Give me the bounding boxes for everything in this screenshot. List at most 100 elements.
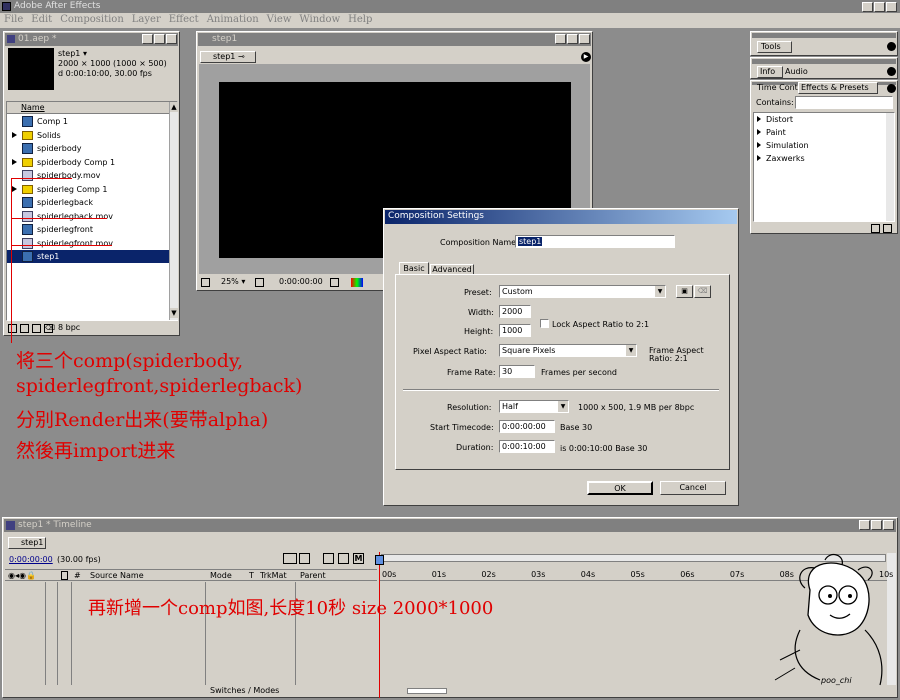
menu-effect[interactable]: Effect — [165, 13, 203, 27]
project-maximize-icon[interactable]: □ — [154, 34, 165, 44]
ok-button[interactable]: OK — [587, 481, 653, 495]
project-item[interactable]: step1 — [7, 250, 172, 263]
project-item[interactable]: spiderleg Comp 1 — [7, 183, 172, 196]
comp-tab[interactable]: step1 ⊸ — [200, 51, 256, 63]
effects-presets-tab[interactable]: Effects & Presets — [798, 82, 878, 94]
effects-category-item[interactable]: Zaxwerks — [754, 152, 894, 165]
info-tab[interactable]: Info — [757, 66, 783, 78]
resolution-dropdown[interactable]: Half ▼ — [499, 400, 569, 413]
timeline-tab[interactable]: step1 — [8, 537, 46, 549]
comp-close-icon[interactable]: × — [579, 34, 590, 44]
menu-layer[interactable]: Layer — [128, 13, 165, 27]
effects-trash-icon[interactable] — [883, 224, 892, 233]
minimize-icon[interactable]: _ — [862, 2, 873, 12]
comp-maximize-icon[interactable]: □ — [567, 34, 578, 44]
comp-menu-arrow-icon[interactable]: ▶ — [581, 52, 591, 62]
expand-arrow-icon[interactable] — [12, 185, 17, 192]
frame-blend-icon[interactable] — [338, 553, 349, 564]
project-comp-name[interactable]: step1 ▾ — [58, 49, 87, 58]
menu-edit[interactable]: Edit — [27, 13, 56, 27]
project-item[interactable]: spiderbody.mov — [7, 169, 172, 182]
cancel-button[interactable]: Cancel — [660, 481, 726, 495]
timeline-minimize-icon[interactable]: _ — [859, 520, 870, 530]
trkmat-header[interactable]: TrkMat — [260, 571, 287, 580]
maximize-icon[interactable]: □ — [874, 2, 885, 12]
audio-tab[interactable]: Audio — [785, 67, 811, 78]
close-icon[interactable]: × — [886, 2, 897, 12]
menu-animation[interactable]: Animation — [203, 13, 263, 27]
menu-window[interactable]: Window — [295, 13, 344, 27]
parent-header[interactable]: Parent — [300, 571, 326, 580]
snapshot-icon[interactable] — [330, 278, 339, 287]
comp-name-input[interactable]: step1 — [515, 235, 675, 248]
effects-category-item[interactable]: Paint — [754, 126, 894, 139]
new-comp-icon[interactable] — [32, 324, 41, 333]
safe-zones-icon[interactable] — [255, 278, 264, 287]
time-control-tab[interactable]: Time Contr — [755, 83, 799, 94]
t-header[interactable]: T — [249, 571, 254, 580]
save-preset-icon[interactable]: ▣ — [676, 285, 693, 298]
effects-scrollbar[interactable] — [886, 113, 894, 221]
project-item[interactable]: spiderbody — [7, 142, 172, 155]
project-scrollbar[interactable]: ▲ ▼ — [169, 102, 178, 320]
duration-input[interactable]: 0:00:10:00 — [499, 440, 555, 453]
bpc-label[interactable]: 8 bpc — [58, 323, 80, 332]
timeline-maximize-icon[interactable]: □ — [871, 520, 882, 530]
project-item[interactable]: spiderlegfront — [7, 223, 172, 236]
project-item[interactable]: Solids — [7, 129, 172, 142]
mode-header[interactable]: Mode — [210, 571, 232, 580]
menu-file[interactable]: File — [0, 13, 27, 27]
info-menu-icon[interactable] — [887, 67, 896, 76]
effects-category-item[interactable]: Simulation — [754, 139, 894, 152]
contains-input[interactable] — [795, 96, 893, 109]
menu-view[interactable]: View — [263, 13, 296, 27]
lock-aspect-checkbox[interactable] — [540, 319, 549, 328]
tools-menu-icon[interactable] — [887, 42, 896, 51]
project-item[interactable]: spiderlegback — [7, 196, 172, 209]
comp-footer-icon[interactable] — [201, 278, 210, 287]
par-dropdown[interactable]: Square Pixels ▼ — [499, 344, 637, 357]
project-item[interactable]: Comp 1 — [7, 115, 172, 128]
effects-category-item[interactable]: Distort — [754, 113, 894, 126]
motion-blur-icon[interactable]: M — [353, 553, 364, 564]
expand-arrow-icon[interactable] — [12, 131, 17, 138]
menu-help[interactable]: Help — [344, 13, 376, 27]
zoom-dropdown[interactable]: 25% ▾ — [221, 277, 245, 286]
height-input[interactable]: 1000 — [499, 324, 531, 337]
menu-composition[interactable]: Composition — [56, 13, 128, 27]
current-time-marker-icon[interactable] — [375, 555, 384, 565]
start-timecode-input[interactable]: 0:00:00:00 — [499, 420, 555, 433]
timeline-time[interactable]: 0:00:00:00 — [9, 555, 53, 564]
zoom-slider[interactable] — [407, 688, 447, 694]
switches-modes-toggle[interactable]: Switches / Modes — [210, 686, 279, 695]
project-close-icon[interactable]: × — [166, 34, 177, 44]
source-name-header[interactable]: Source Name — [90, 571, 144, 580]
preset-dropdown[interactable]: Custom ▼ — [499, 285, 666, 298]
project-list-header[interactable]: Name — [7, 102, 169, 114]
tools-tab[interactable]: Tools — [757, 41, 792, 53]
width-input[interactable]: 2000 — [499, 305, 531, 318]
trash-icon[interactable]: ⌫ — [44, 324, 55, 333]
fps-input[interactable]: 30 — [499, 365, 535, 378]
project-item[interactable]: spiderbody Comp 1 — [7, 156, 172, 169]
project-item[interactable]: spiderlegfront.mov — [7, 237, 172, 250]
expand-arrow-icon[interactable] — [12, 158, 17, 165]
project-minimize-icon[interactable]: _ — [142, 34, 153, 44]
timeline-close-icon[interactable]: × — [883, 520, 894, 530]
column-name-header[interactable]: Name — [21, 103, 45, 112]
effects-new-icon[interactable] — [871, 224, 880, 233]
delete-preset-icon[interactable]: ⌫ — [694, 285, 711, 298]
effects-menu-icon[interactable] — [887, 84, 896, 93]
interpret-footage-icon[interactable] — [8, 324, 17, 333]
comp-time-display[interactable]: 0:00:00:00 — [279, 277, 323, 286]
scroll-up-icon[interactable]: ▲ — [170, 102, 178, 112]
project-item[interactable]: spiderlegback.mov — [7, 210, 172, 223]
draft-3d-icon[interactable] — [299, 553, 310, 564]
shy-icon[interactable] — [323, 553, 334, 564]
new-folder-icon[interactable] — [20, 324, 29, 333]
comp-minimize-icon[interactable]: _ — [555, 34, 566, 44]
current-time-indicator[interactable] — [379, 552, 380, 698]
scroll-down-icon[interactable]: ▼ — [170, 308, 178, 318]
comp-button-icon[interactable] — [283, 553, 297, 564]
channel-icon[interactable] — [351, 278, 363, 287]
